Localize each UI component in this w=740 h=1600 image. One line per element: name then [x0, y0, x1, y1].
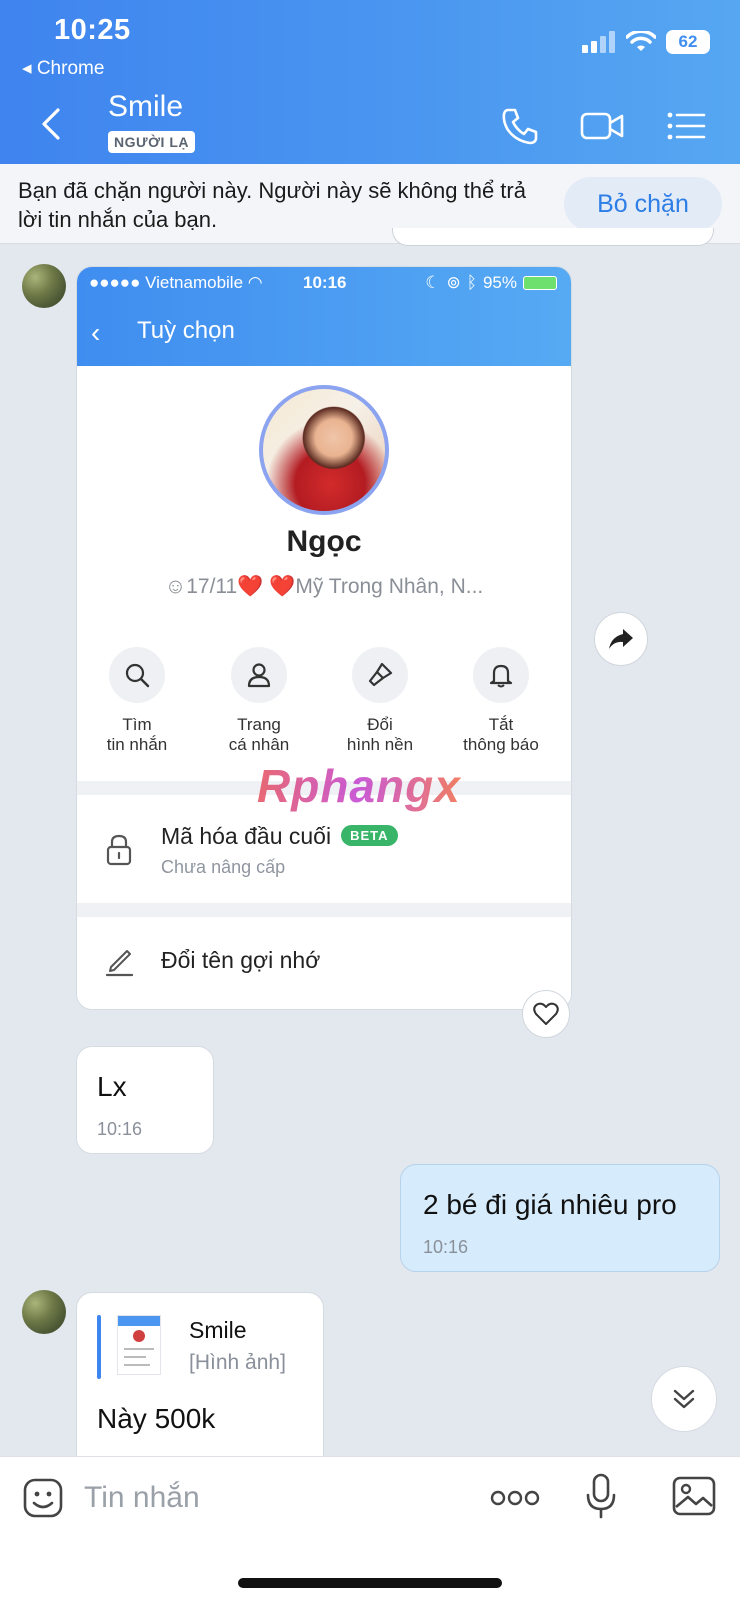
video-call-icon[interactable] [580, 104, 624, 148]
status-icons: 62 [582, 30, 710, 54]
back-app-label: Chrome [36, 58, 105, 79]
screenshot-carrier: ●●●●● Vietnamobile ◠ [89, 273, 263, 292]
more-options-icon[interactable] [490, 1481, 540, 1515]
wifi-icon [626, 31, 656, 51]
stranger-badge: NGƯỜI LẠ [108, 131, 195, 153]
message-text: Này 500k [97, 1403, 216, 1434]
sender-avatar[interactable] [22, 1290, 66, 1334]
blocked-notice: Bạn đã chặn người này. Người này sẽ khôn… [18, 178, 526, 232]
profile-status: ☺17/11❤️ ❤️Mỹ Trong Nhân, N... [164, 575, 484, 598]
shared-screenshot-message[interactable]: ●●●●● Vietnamobile ◠ 10:16 ☾ ⊚ ᛒ 95% ‹ T… [76, 266, 572, 1010]
section-divider [77, 903, 571, 917]
status-time: 10:25 [54, 14, 131, 46]
unblock-button[interactable]: Bỏ chặn [564, 177, 722, 231]
action-search-messages: Tìm tin nhắn [77, 647, 197, 755]
rename-nickname: Đổi tên gợi nhớ [161, 947, 321, 973]
screenshot-time: 10:16 [303, 273, 347, 292]
user-icon [231, 647, 287, 703]
battery-indicator: 62 [666, 30, 710, 54]
search-icon [109, 647, 165, 703]
watermark-logo: Rphangx [257, 760, 461, 812]
contact-name[interactable]: Smile [108, 90, 183, 124]
quote-bar [97, 1315, 101, 1379]
share-button[interactable] [594, 612, 648, 666]
signal-icon [582, 31, 615, 53]
bell-icon [473, 647, 529, 703]
heart-icon [533, 1002, 559, 1025]
message-time: 10:16 [97, 1119, 143, 1139]
sticker-emoji-icon[interactable] [22, 1477, 64, 1519]
moon-icon: ☾ [425, 273, 441, 292]
phone-call-icon[interactable] [498, 104, 542, 148]
message-bubble-incoming[interactable]: Lx 10:16 [76, 1046, 214, 1154]
react-heart-button[interactable] [522, 990, 570, 1038]
double-chevron-down-icon [673, 1389, 695, 1409]
rotation-lock-icon: ⊚ [446, 273, 461, 292]
e2e-encryption-title: Mã hóa đầu cuối BETA [161, 823, 398, 850]
action-profile: Trang cá nhân [199, 647, 319, 755]
previous-message-edge [392, 228, 714, 246]
share-arrow-icon [609, 629, 633, 649]
back-to-app[interactable]: ◂ Chrome [22, 57, 104, 80]
screenshot-battery-icon [523, 276, 557, 290]
quoted-content: [Hình ảnh] [189, 1351, 286, 1374]
microphone-icon[interactable] [584, 1473, 618, 1519]
message-bubble-reply[interactable]: Smile [Hình ảnh] Này 500k [76, 1292, 324, 1472]
screenshot-back-icon: ‹ [91, 317, 101, 348]
action-change-wallpaper: Đổi hình nền [320, 647, 440, 755]
sender-avatar[interactable] [22, 264, 66, 308]
screenshot-battery-text: 95% [482, 273, 517, 292]
home-indicator [238, 1578, 502, 1588]
profile-photo [259, 385, 389, 515]
e2e-encryption-status: Chưa nâng cấp [161, 857, 286, 877]
back-icon[interactable] [36, 104, 66, 144]
screenshot-header: ●●●●● Vietnamobile ◠ 10:16 ☾ ⊚ ᛒ 95% ‹ T… [77, 267, 571, 366]
screenshot-title: Tuỳ chọn [137, 317, 235, 344]
chat-header: 10:25 ◂ Chrome 62 Smile NGƯỜI LẠ [0, 0, 740, 164]
lock-icon [106, 834, 132, 866]
message-input[interactable] [84, 1473, 464, 1523]
message-time: 10:16 [423, 1237, 469, 1257]
profile-name: Ngọc [286, 525, 362, 558]
action-mute-notifications: Tắt thông báo [441, 647, 561, 755]
message-bubble-outgoing[interactable]: 2 bé đi giá nhiêu pro 10:16 [400, 1164, 720, 1272]
image-gallery-icon[interactable] [672, 1475, 716, 1517]
message-text: 2 bé đi giá nhiêu pro [423, 1189, 677, 1220]
menu-list-icon[interactable] [664, 104, 708, 148]
scroll-to-bottom-button[interactable] [651, 1366, 717, 1432]
beta-badge: BETA [341, 825, 398, 846]
pencil-icon [105, 950, 133, 977]
quoted-image-thumbnail [117, 1315, 161, 1375]
message-text: Lx [97, 1071, 127, 1102]
paint-brush-icon [352, 647, 408, 703]
quoted-sender: Smile [189, 1317, 247, 1343]
screenshot-status-icons: ☾ ⊚ ᛒ 95% [425, 273, 557, 293]
bluetooth-icon: ᛒ [466, 273, 477, 292]
